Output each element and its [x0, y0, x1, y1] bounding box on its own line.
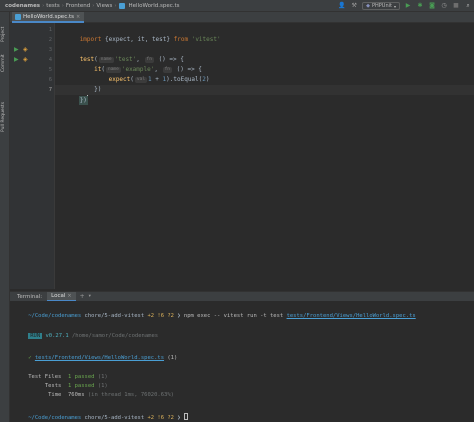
line-number: 3	[48, 47, 52, 53]
prompt-git-status: +2 !6 ?2	[147, 415, 174, 421]
result-count: (1)	[167, 355, 178, 361]
toolbar: 👤 ⚒ ◆ PHPUnit ▾ ▶ ✱ ◙ ◷ ■ ⌕	[338, 0, 472, 12]
terminal-tab-local[interactable]: Local ×	[47, 291, 76, 302]
typescript-file-icon	[15, 13, 21, 20]
left-tool-strip: Project Commit Pull Requests	[0, 12, 10, 422]
terminal-cursor	[183, 413, 188, 420]
code-editor[interactable]: ▶ ◈ ▶ ◈ 1 2 3 4 5 6 7 import {expect, it…	[10, 23, 474, 289]
coverage-icon[interactable]: ◙	[428, 2, 436, 10]
code-text: {expect, it, test}	[101, 36, 174, 43]
add-terminal-icon[interactable]: +	[80, 293, 85, 300]
code-text: })	[78, 96, 88, 105]
user-icon[interactable]: 👤	[338, 2, 346, 10]
summary-label	[28, 392, 48, 398]
search-icon[interactable]: ⌕	[464, 2, 472, 10]
breadcrumb-project[interactable]: codenames	[3, 3, 42, 9]
close-icon[interactable]: ×	[67, 293, 71, 299]
code-line: expect(val 1 + 1).toEqual(2)	[58, 65, 474, 83]
line-number: 7	[48, 87, 52, 93]
summary-time-detail: (in thread 1ms, 76020.63%)	[87, 392, 174, 398]
code-line: it(name'example', fn () => {	[58, 55, 474, 73]
terminal-path-link[interactable]: tests/Frontend/Views/HelloWorld.spec.ts	[287, 313, 416, 319]
check-icon: ✓	[28, 355, 32, 361]
terminal-output[interactable]: ~/Code/codenames chore/5-add-vitest +2 !…	[10, 301, 474, 422]
line-number: 4	[48, 57, 52, 63]
editor-tab-helloworld[interactable]: HelloWorld.spec.ts ×	[12, 12, 85, 23]
bookmark-icon[interactable]: ◈	[23, 55, 30, 65]
terminal-line: ~/Code/codenames chore/5-add-vitest +2 !…	[15, 405, 188, 422]
prompt-directory: ~/Code/codenames	[28, 415, 82, 421]
editor-tab-bar: HelloWorld.spec.ts ×	[10, 12, 474, 23]
code-area[interactable]: import {expect, it, test} from 'vitest' …	[55, 23, 474, 289]
line-number: 6	[48, 77, 52, 83]
stop-icon[interactable]: ■	[452, 2, 460, 10]
prompt-branch: chore/5-add-vitest	[84, 313, 145, 319]
chevron-down-icon: ▾	[393, 3, 396, 9]
summary-label: Time	[48, 392, 62, 398]
debug-icon[interactable]: ✱	[416, 2, 424, 10]
project-tool-tab[interactable]: Project	[1, 20, 6, 42]
prompt-directory: ~/Code/codenames	[28, 313, 82, 319]
prompt-git-status: +2 !6 ?2	[147, 313, 174, 319]
close-icon[interactable]: ×	[76, 14, 80, 20]
code-string: 'vitest'	[191, 36, 221, 43]
pull-requests-tool-tab[interactable]: Pull Requests	[1, 86, 6, 132]
summary-time: 760ms	[68, 392, 85, 398]
line-number: 1	[48, 27, 52, 33]
run-configuration-label: PHPUnit	[372, 3, 392, 9]
code-line: test(name'test', fn () => {	[58, 45, 474, 63]
code-keyword: from	[173, 36, 189, 43]
terminal-cwd: /home/samor/Code/codenames	[72, 333, 159, 339]
prompt-arrow: ❯	[177, 313, 181, 319]
terminal-command: npm exec -- vitest run -t test	[183, 313, 284, 319]
commit-tool-tab[interactable]: Commit	[1, 50, 6, 72]
breadcrumb-file[interactable]: HelloWorld.spec.ts	[127, 3, 182, 9]
typescript-file-icon	[118, 2, 125, 9]
terminal-path-link[interactable]: tests/Frontend/Views/HelloWorld.spec.ts	[35, 355, 164, 361]
bookmark-icon[interactable]: ◈	[23, 45, 30, 55]
line-number: 2	[48, 37, 52, 43]
editor-tab-label: HelloWorld.spec.ts	[23, 13, 74, 20]
php-icon: ◆	[366, 3, 371, 9]
terminal-tab-label: Local	[51, 292, 66, 299]
profile-icon[interactable]: ◷	[440, 2, 448, 10]
run-configuration-select[interactable]: ◆ PHPUnit ▾	[362, 2, 400, 10]
run-test-icon[interactable]: ▶	[14, 45, 21, 55]
code-line: })	[58, 75, 474, 93]
line-number: 5	[48, 67, 52, 73]
vitest-version: v0.27.1	[45, 333, 69, 339]
code-line: import {expect, it, test} from 'vitest'	[58, 25, 474, 43]
terminal-header: Terminal: Local × + ▾	[10, 291, 474, 302]
terminal-title: Terminal:	[17, 293, 43, 300]
prompt-branch: chore/5-add-vitest	[84, 415, 145, 421]
hammer-icon[interactable]: ⚒	[350, 2, 358, 10]
code-line: })	[58, 85, 474, 105]
text-caret	[86, 95, 88, 103]
run-badge: RUN	[28, 333, 43, 339]
breadcrumb-frontend[interactable]: Frontend	[64, 3, 92, 9]
breadcrumb-tests[interactable]: tests	[44, 3, 61, 9]
breadcrumb-separator: ›	[114, 2, 117, 9]
terminal-line: RUN v0.27.1 /home/samor/Code/codenames	[15, 324, 158, 348]
run-icon[interactable]: ▶	[404, 2, 412, 10]
chevron-down-icon[interactable]: ▾	[89, 294, 91, 299]
code-keyword: import	[79, 36, 102, 43]
prompt-arrow: ❯	[177, 415, 181, 421]
terminal-line: Time 760ms (in thread 1ms, 76020.63%)	[15, 383, 174, 407]
run-test-icon[interactable]: ▶	[14, 55, 21, 65]
breadcrumb-views[interactable]: Views	[94, 3, 114, 9]
navigation-bar: codenames › tests › Frontend › Views › H…	[0, 0, 474, 12]
